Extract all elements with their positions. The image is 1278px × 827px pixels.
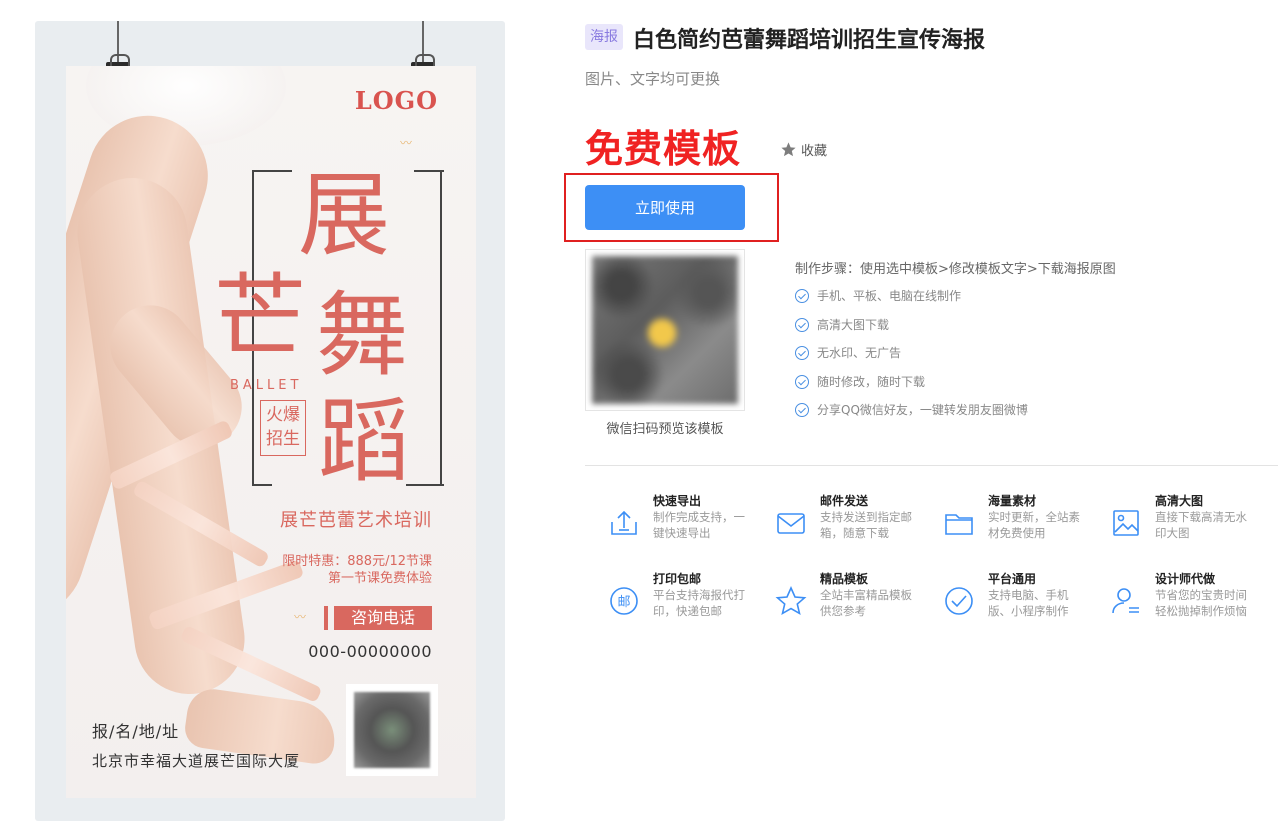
frame-line: [252, 484, 272, 486]
star-outline-icon: [775, 586, 807, 615]
favorite-label: 收藏: [801, 144, 828, 159]
poster-subtitle: 展芒芭蕾艺术培训: [280, 510, 432, 531]
feature-desc: 制作完成支持，一键快速导出: [653, 510, 745, 540]
qr-caption: 微信扫码预览该模板: [606, 422, 724, 437]
feature-platform: 平台通用 支持电脑、手机版、小程序制作: [920, 570, 1080, 630]
folder-icon: [945, 514, 973, 535]
feature-print: 邮 打印包邮 平台支持海报代打印，快递包邮: [585, 570, 745, 630]
step-text: 随时修改，随时下载: [817, 375, 926, 389]
hot-line-1: 火爆: [266, 405, 300, 425]
feature-desc: 支持电脑、手机版、小程序制作: [988, 588, 1069, 618]
address-label: 报/名/地/址: [92, 722, 180, 741]
feature-mail: 邮件发送 支持发送到指定邮箱，随意下载: [752, 492, 912, 552]
address-text: 北京市幸福大道展芒国际大厦: [92, 752, 301, 770]
free-template-label: 免费模板: [585, 127, 742, 171]
section-divider: [585, 465, 1278, 466]
tel-accent-bar: [324, 606, 328, 630]
poster-title-char-4: 蹈: [318, 388, 411, 495]
feature-title: 海量素材: [988, 494, 1037, 508]
poster-title-char-2: 芒: [214, 264, 307, 371]
template-title: 白色简约芭蕾舞蹈培训招生宣传海报: [633, 28, 986, 53]
step-text: 高清大图下载: [817, 318, 890, 332]
feature-title: 邮件发送: [820, 494, 869, 508]
poster-preview[interactable]: LOGO 〰 展 芒 舞 蹈 BALLET 火爆 招生 展芒芭蕾艺术培训 限时特…: [66, 66, 476, 798]
export-icon: [611, 510, 637, 535]
template-subtitle: 图片、文字均可更换: [585, 70, 721, 88]
feature-hd-image: 高清大图 直接下载高清无水印大图: [1087, 492, 1247, 552]
feature-quick-export: 快速导出 制作完成支持，一键快速导出: [585, 492, 745, 552]
step-item: 无水印、无广告: [795, 344, 901, 361]
check-circle-icon: [795, 317, 809, 332]
steps-heading: 制作步骤：使用选中模板>修改模板文字>下载海报原图: [795, 262, 1116, 277]
ballet-label: BALLET: [230, 378, 303, 393]
poster-qr-code: [346, 684, 438, 776]
feature-designer: 设计师代做 节省您的宝贵时间轻松抛掉制作烦恼: [1087, 570, 1247, 630]
frame-line: [406, 484, 444, 486]
frame-line: [252, 170, 292, 172]
tel-number: 000-00000000: [308, 642, 432, 661]
poster-logo: LOGO: [354, 86, 438, 115]
feature-materials: 海量素材 实时更新，全站素材免费使用: [920, 492, 1080, 552]
step-item: 分享QQ微信好友，一键转发朋友圈微博: [795, 401, 1028, 418]
mail-icon: [777, 513, 805, 534]
feature-desc: 全站丰富精品模板供您参考: [820, 588, 912, 618]
feature-desc: 实时更新，全站素材免费使用: [988, 510, 1080, 540]
check-circle-icon: [795, 288, 809, 303]
step-item: 随时修改，随时下载: [795, 373, 925, 390]
use-now-button[interactable]: 立即使用: [585, 185, 745, 230]
step-item: 高清大图下载: [795, 316, 889, 333]
post-icon: 邮: [610, 587, 638, 615]
feature-quality-templates: 精品模板 全站丰富精品模板供您参考: [752, 570, 912, 630]
poster-title-char-3: 舞: [316, 282, 409, 389]
promo-line-2: 第一节课免费体验: [327, 571, 432, 586]
check-circle-icon: [795, 345, 809, 360]
feature-title: 设计师代做: [1155, 572, 1216, 586]
tel-label: 咨询电话: [334, 606, 432, 630]
designer-icon: [1112, 588, 1139, 614]
category-tag: 海报: [585, 24, 623, 50]
feature-title: 打印包邮: [653, 572, 702, 586]
hot-line-2: 招生: [266, 429, 300, 449]
step-text: 无水印、无广告: [817, 346, 902, 360]
star-icon: [781, 142, 796, 157]
feature-title: 快速导出: [653, 494, 702, 508]
step-text: 手机、平板、电脑在线制作: [817, 289, 962, 303]
check-circle-icon: [795, 402, 809, 417]
frame-line: [414, 170, 444, 172]
feature-desc: 支持发送到指定邮箱，随意下载: [820, 510, 912, 540]
preview-qr-code: [585, 249, 745, 411]
wave-decoration-icon: 〰: [400, 136, 413, 150]
poster-title-char-1: 展: [298, 162, 391, 269]
step-text: 分享QQ微信好友，一键转发朋友圈微博: [817, 403, 1028, 417]
feature-desc: 直接下载高清无水印大图: [1155, 510, 1247, 540]
step-item: 手机、平板、电脑在线制作: [795, 287, 961, 304]
hot-enroll-badge: 火爆 招生: [260, 400, 306, 456]
feature-title: 平台通用: [988, 572, 1037, 586]
wave-decoration-icon: 〰: [294, 610, 307, 624]
check-circle-icon: [945, 587, 973, 615]
feature-title: 精品模板: [820, 572, 869, 586]
feature-title: 高清大图: [1155, 494, 1204, 508]
check-circle-icon: [795, 374, 809, 389]
feature-desc: 节省您的宝贵时间轻松抛掉制作烦恼: [1155, 588, 1247, 618]
svg-text:邮: 邮: [617, 595, 630, 610]
feature-desc: 平台支持海报代打印，快递包邮: [653, 588, 745, 618]
image-icon: [1113, 510, 1139, 536]
favorite-button[interactable]: 收藏: [780, 140, 827, 159]
